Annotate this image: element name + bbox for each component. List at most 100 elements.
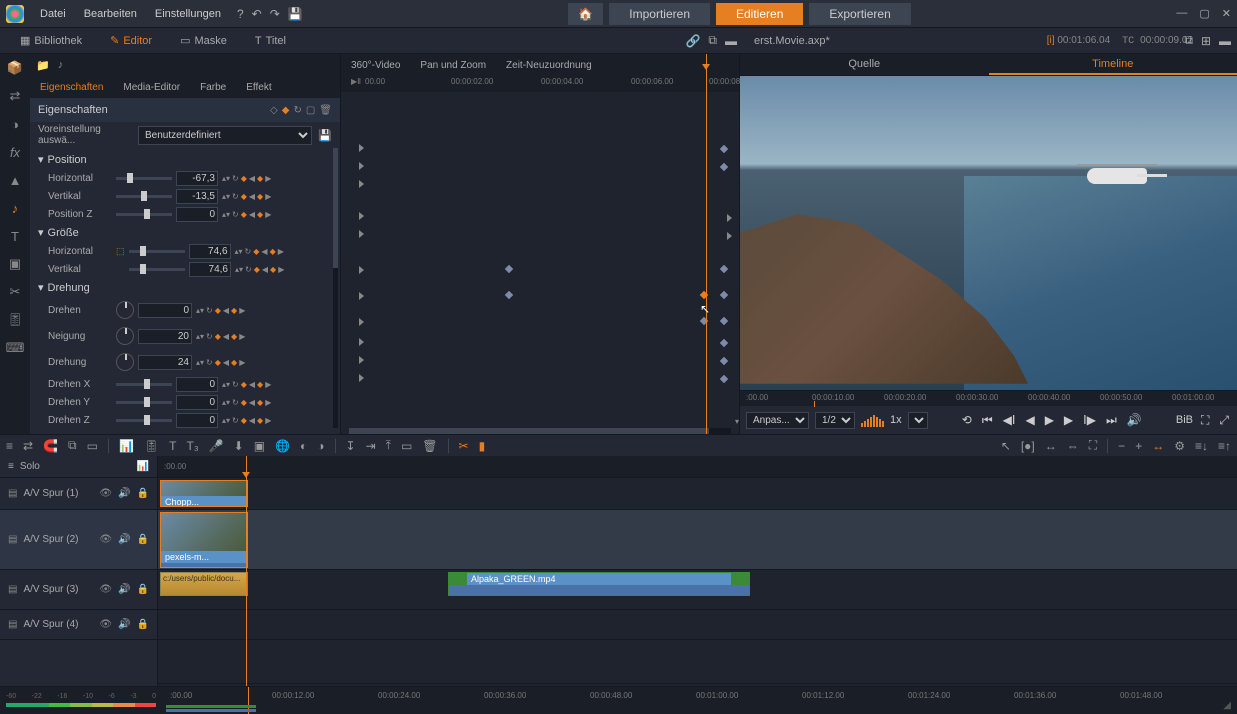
subtab-360[interactable]: 360°-Video	[341, 56, 410, 75]
menu-settings[interactable]: Einstellungen	[147, 4, 229, 24]
trash-icon[interactable]: 🗑	[319, 105, 332, 116]
menu-edit[interactable]: Bearbeiten	[76, 4, 145, 24]
tl-text-icon[interactable]: T	[169, 439, 176, 453]
track3-speaker-icon[interactable]: 🔊	[118, 584, 130, 595]
text-tool-icon[interactable]: T	[5, 226, 25, 246]
group-rotation[interactable]: ▾ Drehung	[38, 278, 332, 297]
rot-z-input[interactable]	[176, 413, 218, 428]
tl-mode3-icon[interactable]: ⤒	[386, 438, 391, 453]
tl-copy-icon[interactable]: ⧉	[68, 438, 77, 453]
grid-icon[interactable]: ⊞	[1201, 34, 1211, 48]
track2-collapse-icon[interactable]: ▤	[8, 534, 17, 545]
timeline-playhead[interactable]	[246, 456, 247, 686]
keyframe-icon[interactable]: ◇	[270, 105, 278, 116]
track1-speaker-icon[interactable]: 🔊	[118, 488, 130, 499]
preview-fit-select[interactable]: Anpas...	[746, 412, 809, 429]
tl-mic-icon[interactable]: 🎤	[209, 439, 224, 453]
tl-razor-icon[interactable]: ✂	[459, 439, 469, 453]
fx-tool-icon[interactable]: fx	[5, 142, 25, 162]
maximize-icon[interactable]: ▢	[1199, 7, 1209, 20]
size-v-slider[interactable]	[129, 268, 185, 271]
tl-bracket-icon[interactable]: [●]	[1021, 439, 1035, 453]
tl-crop-icon[interactable]: ▣	[254, 439, 265, 453]
tl-trackdown-icon[interactable]: ≡↓	[1195, 439, 1208, 453]
pos-h-input[interactable]	[176, 171, 218, 186]
track4-lock-icon[interactable]: 🔒	[137, 619, 149, 630]
tl-trackup-icon[interactable]: ≡↑	[1218, 439, 1231, 453]
overview-ruler[interactable]: :00.00 00:00:12.00 00:00:24.00 00:00:36.…	[166, 687, 1231, 714]
rot-z-slider[interactable]	[116, 419, 172, 422]
subtab-color[interactable]: Farbe	[190, 78, 236, 97]
keyframe-playhead[interactable]	[706, 54, 707, 434]
size-h-slider[interactable]	[129, 250, 185, 253]
go-end-icon[interactable]: ⏭	[1104, 413, 1119, 428]
track4-collapse-icon[interactable]: ▤	[8, 619, 17, 630]
overlay-tool-icon[interactable]: ▣	[5, 254, 25, 274]
tl-arrow-icon[interactable]: ↖	[1001, 439, 1011, 453]
tl-slip-icon[interactable]: ↔	[1045, 439, 1057, 453]
export-button[interactable]: Exportieren	[809, 3, 910, 25]
tl-fit-icon[interactable]: ⛶	[1089, 438, 1097, 453]
rot-n-input[interactable]	[138, 329, 192, 344]
pos-v-slider[interactable]	[116, 195, 172, 198]
collapse-all-icon[interactable]: ≡	[8, 461, 14, 472]
tune-tool-icon[interactable]: 🎚	[5, 310, 25, 330]
rot-d-dial[interactable]	[116, 301, 134, 319]
step-back-icon[interactable]: ◀	[1023, 413, 1036, 427]
rot-y-slider[interactable]	[116, 401, 172, 404]
track4-name[interactable]: A/V Spur (4)	[23, 619, 93, 630]
track3-name[interactable]: A/V Spur (3)	[23, 584, 93, 595]
popout2-icon[interactable]: ⧉	[1184, 33, 1193, 48]
next-frame-icon[interactable]: Ⅰ▶	[1081, 413, 1098, 427]
step-fwd-icon[interactable]: ▶	[1062, 413, 1075, 427]
pos-v-input[interactable]	[176, 189, 218, 204]
pos-h-slider[interactable]	[116, 177, 172, 180]
key-on-icon[interactable]: ◆	[282, 105, 290, 116]
preview-tab-source[interactable]: Quelle	[740, 54, 989, 75]
group-size[interactable]: ▾ Größe	[38, 223, 332, 242]
size-h-input[interactable]	[189, 244, 231, 259]
minimize-icon[interactable]: —	[1176, 7, 1187, 20]
preview-tab-timeline[interactable]: Timeline	[989, 54, 1237, 75]
prev-frame-icon[interactable]: ◀Ⅰ	[1001, 413, 1018, 427]
preview-viewport[interactable]	[740, 76, 1237, 390]
rot-y-input[interactable]	[176, 395, 218, 410]
size-v-input[interactable]	[189, 262, 231, 277]
keyboard-tool-icon[interactable]: ⌨	[5, 338, 25, 358]
snapshot-icon[interactable]: ▢	[306, 105, 315, 116]
preview-res-select[interactable]: 1/2	[815, 412, 855, 429]
menu-file[interactable]: Datei	[32, 4, 74, 24]
tab-title[interactable]: TTitel	[241, 30, 300, 52]
tl-mode1-icon[interactable]: ↧	[346, 439, 356, 453]
resize-handle-icon[interactable]: ◢	[1223, 700, 1231, 711]
subtab-effect[interactable]: Effekt	[236, 78, 281, 97]
tl-autofit-icon[interactable]: ↔	[1152, 439, 1164, 453]
rot-x-slider[interactable]	[116, 383, 172, 386]
track2-speaker-icon[interactable]: 🔊	[118, 534, 130, 545]
track1-collapse-icon[interactable]: ▤	[8, 488, 17, 499]
subtab-properties[interactable]: Eigenschaften	[30, 78, 113, 97]
redo-icon[interactable]: ↷	[270, 7, 280, 21]
subtab-timeremap[interactable]: Zeit-Neuzuordnung	[496, 56, 602, 75]
props-scrollbar[interactable]	[333, 148, 338, 428]
track3-lock-icon[interactable]: 🔒	[137, 584, 149, 595]
import-button[interactable]: Importieren	[609, 3, 710, 25]
tl-tool2-icon[interactable]: ◑	[317, 439, 324, 453]
panel2-icon[interactable]: ▬	[1219, 34, 1231, 48]
rot-r-dial[interactable]	[116, 353, 134, 371]
track2-eye-icon[interactable]: 👁	[99, 534, 112, 545]
clip-audio[interactable]: c:/users/public/docu...	[160, 572, 248, 596]
link-size-icon[interactable]: ⬚	[116, 246, 125, 257]
tl-zoomout-icon[interactable]: −	[1118, 439, 1125, 453]
fullscreen-icon[interactable]: ⛶	[1199, 413, 1211, 428]
link-icon[interactable]: 🔗	[685, 34, 700, 48]
music-icon[interactable]: ♪	[58, 59, 64, 71]
tl-3dtext-icon[interactable]: T₃	[186, 439, 198, 453]
pip-label[interactable]: BiB	[1176, 414, 1193, 426]
go-start-icon[interactable]: ⏮	[980, 413, 995, 428]
speed-select[interactable]	[908, 412, 928, 429]
tab-editor[interactable]: ✎Editor	[96, 29, 166, 52]
tl-gear-icon[interactable]: ⚙	[1174, 439, 1185, 453]
preset-select[interactable]: Benutzerdefiniert	[138, 126, 312, 145]
subtab-media[interactable]: Media-Editor	[113, 78, 190, 97]
